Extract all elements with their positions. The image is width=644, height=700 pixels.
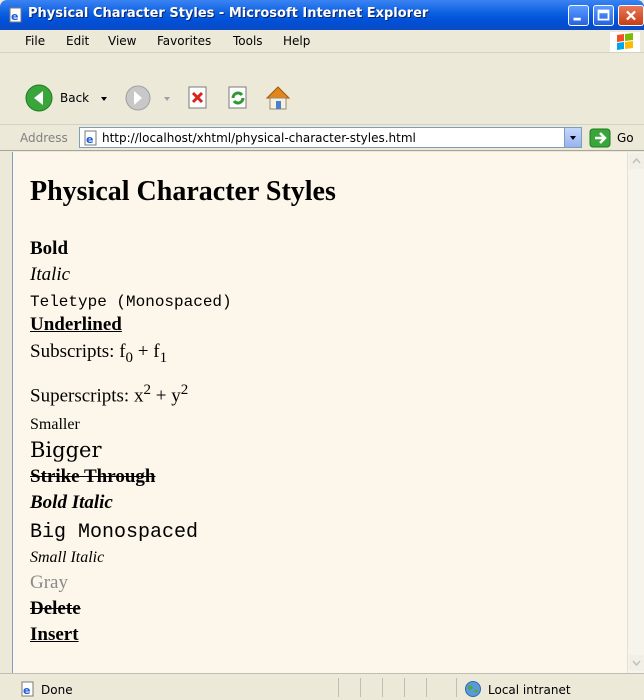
teletype-text: Teletype (Monospaced) bbox=[30, 293, 232, 311]
window-title: Physical Character Styles - Microsoft In… bbox=[28, 6, 429, 21]
bold-text: Bold bbox=[30, 238, 69, 259]
scroll-down-button[interactable] bbox=[629, 655, 644, 671]
menu-edit[interactable]: Edit bbox=[66, 34, 89, 48]
status-cell bbox=[338, 678, 360, 697]
close-icon bbox=[626, 10, 636, 21]
ie-done-icon: e bbox=[21, 681, 34, 697]
home-icon[interactable] bbox=[264, 84, 292, 112]
ie-page-icon: e bbox=[9, 7, 22, 23]
scroll-up-icon bbox=[632, 157, 641, 164]
menu-file[interactable]: File bbox=[25, 34, 45, 48]
status-cell bbox=[404, 678, 426, 697]
forward-dropdown-arrow-icon[interactable] bbox=[164, 97, 170, 101]
refresh-icon[interactable] bbox=[227, 86, 249, 110]
scroll-down-icon bbox=[632, 660, 641, 667]
back-icon[interactable] bbox=[24, 83, 54, 113]
big-monospaced-text: Big Monospaced bbox=[30, 521, 199, 544]
stop-icon[interactable] bbox=[187, 86, 209, 110]
address-dropdown-button[interactable] bbox=[564, 128, 581, 147]
menu-favorites[interactable]: Favorites bbox=[157, 34, 211, 48]
bold-italic-text: Bold Italic bbox=[30, 492, 113, 513]
bigger-text: Bigger bbox=[30, 438, 102, 462]
status-cell bbox=[426, 678, 456, 697]
underlined-text: Underlined bbox=[30, 314, 122, 335]
go-button[interactable]: Go bbox=[617, 131, 634, 145]
title-bar: e Physical Character Styles - Microsoft … bbox=[0, 0, 644, 30]
small-italic-text: Small Italic bbox=[30, 549, 105, 566]
gray-text: Gray bbox=[30, 572, 68, 593]
windows-logo-icon bbox=[610, 32, 640, 52]
address-input[interactable]: e http://localhost/xhtml/physical-charac… bbox=[79, 127, 582, 148]
svg-text:e: e bbox=[23, 684, 30, 697]
scroll-up-button[interactable] bbox=[629, 153, 644, 169]
back-dropdown-arrow-icon[interactable] bbox=[101, 97, 107, 101]
svg-text:e: e bbox=[11, 10, 18, 23]
maximize-button[interactable] bbox=[593, 5, 614, 26]
status-cell bbox=[382, 678, 404, 697]
subscripts-label: Subscripts: bbox=[30, 341, 120, 362]
smaller-text: Smaller bbox=[30, 416, 80, 433]
sup-plus: + bbox=[150, 385, 172, 407]
address-label: Address bbox=[20, 131, 68, 145]
close-button[interactable] bbox=[618, 5, 644, 26]
strike-through-text: Strike Through bbox=[30, 466, 156, 487]
menu-tools[interactable]: Tools bbox=[233, 34, 263, 48]
delete-text: Delete bbox=[30, 598, 81, 619]
sup-power-2: 2 bbox=[180, 382, 189, 398]
sub-index-2: 1 bbox=[159, 349, 168, 366]
address-url: http://localhost/xhtml/physical-characte… bbox=[102, 131, 416, 145]
sup-power-1: 2 bbox=[143, 382, 151, 398]
page-heading: Physical Character Styles bbox=[30, 176, 336, 207]
menu-bar: File Edit View Favorites Tools Help bbox=[0, 30, 644, 53]
sub-plus: + bbox=[133, 341, 154, 362]
vertical-scrollbar[interactable] bbox=[627, 152, 644, 673]
sub-index-1: 0 bbox=[125, 349, 134, 366]
menu-view[interactable]: View bbox=[108, 34, 136, 48]
status-text: Done bbox=[41, 683, 73, 697]
address-bar: Address e http://localhost/xhtml/physica… bbox=[0, 125, 644, 151]
menu-help[interactable]: Help bbox=[283, 34, 310, 48]
back-button-label[interactable]: Back bbox=[60, 91, 89, 105]
status-cell bbox=[360, 678, 382, 697]
page-content: Physical Character Styles Bold Italic Te… bbox=[12, 152, 627, 673]
superscripts-label: Superscripts: bbox=[30, 385, 134, 407]
forward-icon[interactable] bbox=[124, 84, 152, 112]
minimize-button[interactable] bbox=[568, 5, 589, 26]
globe-icon bbox=[465, 681, 481, 697]
chevron-down-icon bbox=[570, 136, 576, 140]
zone-text: Local intranet bbox=[488, 683, 571, 697]
superscripts-line: Superscripts: x2 + y2 bbox=[30, 382, 188, 407]
go-arrow-icon[interactable] bbox=[589, 128, 611, 148]
status-bar: e Done Local intranet bbox=[0, 673, 644, 700]
sup-base-2: y bbox=[171, 385, 181, 407]
subscripts-line: Subscripts: f0 + f1 bbox=[30, 341, 167, 367]
svg-text:e: e bbox=[86, 133, 93, 146]
toolbar: Back bbox=[0, 54, 644, 125]
italic-text: Italic bbox=[30, 264, 71, 285]
maximize-icon bbox=[597, 9, 610, 21]
insert-text: Insert bbox=[30, 624, 79, 645]
page-icon: e bbox=[84, 130, 97, 146]
minimize-icon bbox=[573, 17, 581, 21]
